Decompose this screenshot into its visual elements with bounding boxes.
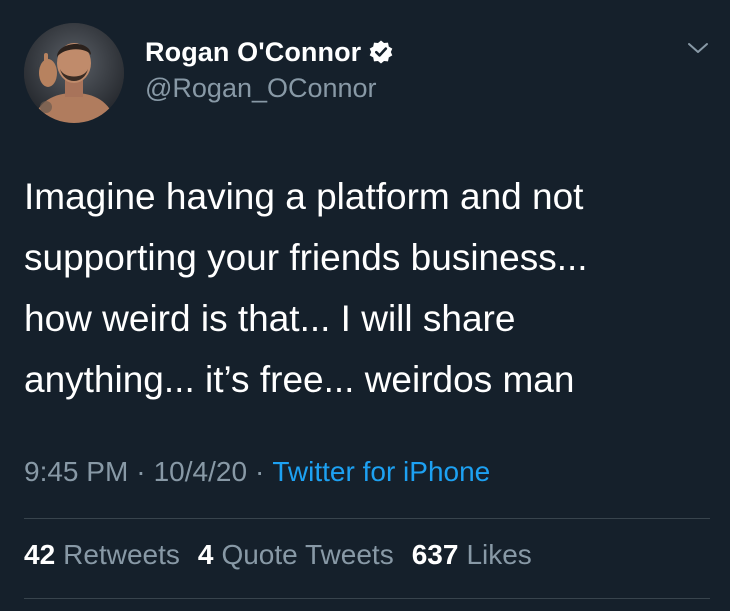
quote-tweets-label: Quote Tweets	[221, 539, 394, 570]
author-block: Rogan O'Connor @Rogan_OConnor	[145, 34, 394, 104]
tweet-date[interactable]: 10/4/20	[154, 456, 247, 488]
name-row: Rogan O'Connor	[145, 34, 394, 70]
tweet-time[interactable]: 9:45 PM	[24, 456, 128, 488]
tweet-text: Imagine having a platform and not suppor…	[24, 176, 588, 400]
divider	[24, 598, 710, 599]
likes-count: 637	[411, 539, 459, 570]
handle[interactable]: @Rogan_OConnor	[145, 73, 394, 104]
profile-photo-icon	[24, 23, 124, 123]
retweets-count: 42	[24, 539, 56, 570]
tweet-source-link[interactable]: Twitter for iPhone	[272, 456, 490, 488]
quote-tweets-count: 4	[197, 539, 214, 570]
chevron-down-icon[interactable]	[683, 36, 713, 60]
tweet-meta: 9:45 PM · 10/4/20 · Twitter for iPhone	[24, 456, 490, 488]
likes-label: Likes	[466, 539, 532, 570]
retweets-stat[interactable]: 42 Retweets	[24, 539, 180, 571]
retweets-label: Retweets	[63, 539, 180, 570]
verified-badge-icon	[368, 39, 394, 65]
avatar[interactable]	[24, 23, 124, 123]
quote-tweets-stat[interactable]: 4 Quote Tweets	[198, 539, 394, 571]
likes-stat[interactable]: 637 Likes	[412, 539, 532, 571]
meta-separator: ·	[136, 456, 146, 487]
divider	[24, 518, 710, 519]
meta-separator: ·	[255, 456, 265, 487]
tweet-stats: 42 Retweets 4 Quote Tweets 637 Likes	[24, 539, 550, 571]
tweet-card: Rogan O'Connor @Rogan_OConnor Imagine ha…	[0, 0, 730, 611]
display-name[interactable]: Rogan O'Connor	[145, 37, 361, 68]
